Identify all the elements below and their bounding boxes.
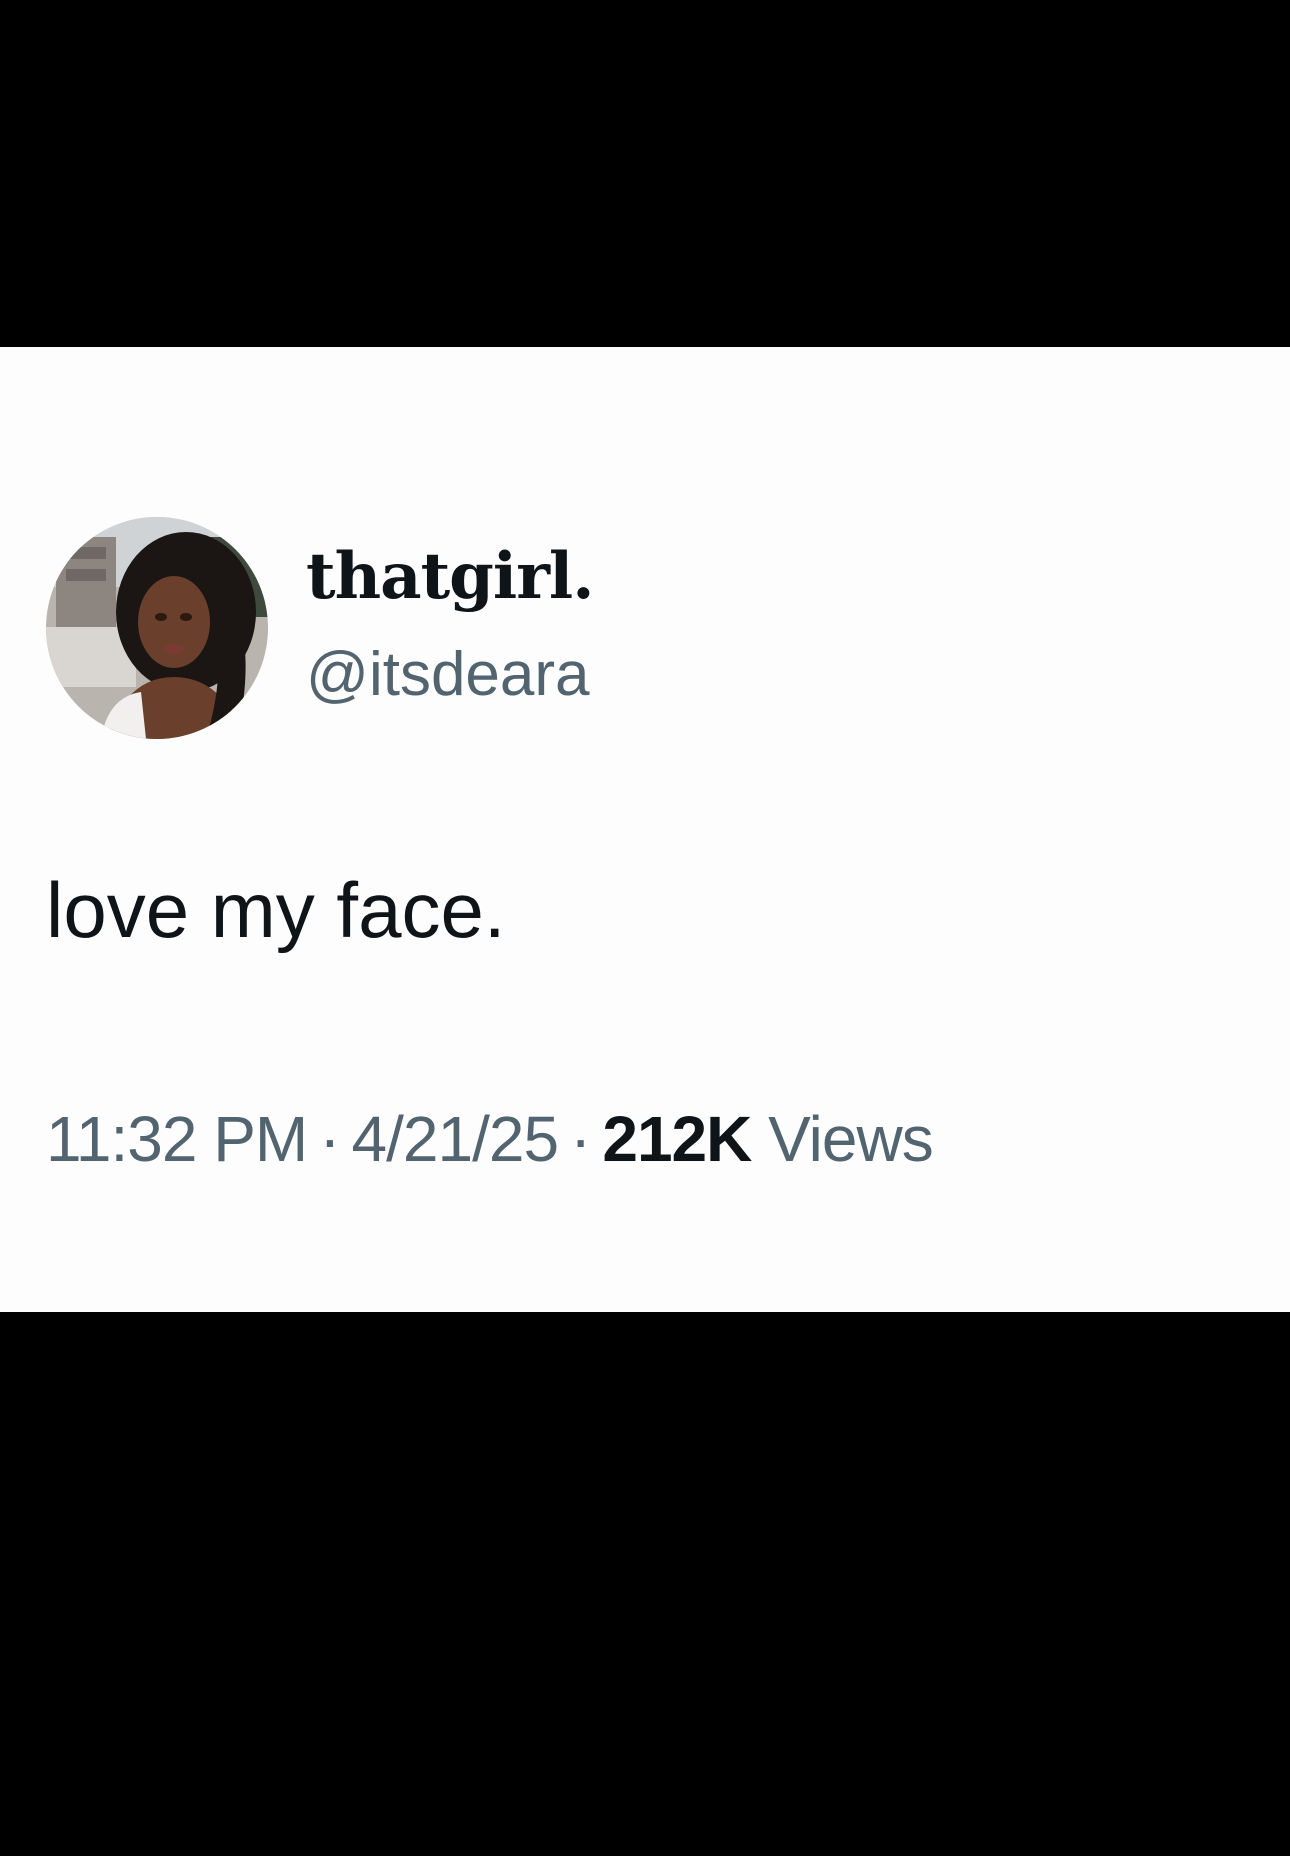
tweet-card: thatgirl. @itsdeara love my face. 11:32 … — [0, 347, 1290, 1312]
tweet-date[interactable]: 4/21/25 — [352, 1103, 560, 1175]
views-label: Views — [768, 1103, 934, 1175]
separator: · — [570, 1103, 591, 1175]
tweet-text: love my face. — [46, 866, 506, 954]
display-name[interactable]: thatgirl. — [306, 545, 594, 609]
user-handle[interactable]: @itsdeara — [306, 644, 590, 706]
tweet-meta: 11:32 PM · 4/21/25 · 212K Views — [46, 1107, 934, 1171]
avatar[interactable] — [46, 517, 268, 739]
views-count[interactable]: 212K — [602, 1103, 752, 1175]
separator: · — [319, 1103, 340, 1175]
avatar-photo — [46, 517, 268, 739]
tweet-time[interactable]: 11:32 PM — [46, 1103, 308, 1175]
